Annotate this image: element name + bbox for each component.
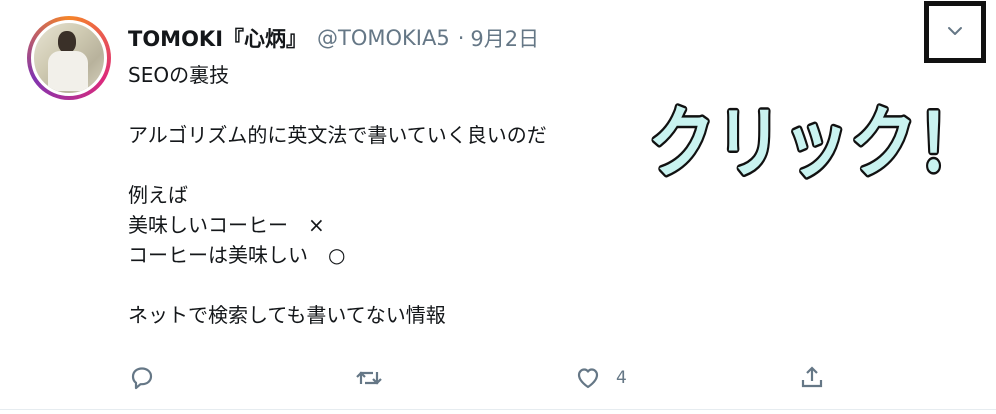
tweet-text: SEOの裏技 アルゴリズム的に英文法で書いていく良いのだ 例えば 美味しいコーヒ… <box>128 60 547 330</box>
share-icon <box>798 364 826 392</box>
avatar-image <box>31 20 107 96</box>
tweet-actions: 4 <box>128 362 848 394</box>
share-button[interactable] <box>798 362 826 394</box>
user-handle[interactable]: @TOMOKIA5 <box>317 26 450 50</box>
tweet-text-line <box>128 270 547 300</box>
retweet-icon <box>354 364 384 392</box>
tweet-text-line: コーヒーは美味しい ○ <box>128 243 346 267</box>
tweet-text-line <box>128 90 547 120</box>
tweet-text-line: 美味しいコーヒー × <box>128 213 325 237</box>
retweet-button[interactable] <box>354 362 384 394</box>
chevron-down-icon <box>945 23 965 42</box>
tweet-text-line: 例えば <box>128 183 188 207</box>
avatar-body-shape <box>48 51 88 91</box>
header-separator: · <box>457 26 465 50</box>
avatar[interactable] <box>27 16 111 100</box>
heart-icon <box>574 364 602 392</box>
tweet-card[interactable]: TOMOKI『心炳』 @TOMOKIA5 · 9月2日 SEOの裏技 アルゴリズ… <box>0 0 996 410</box>
tweet-header: TOMOKI『心炳』 @TOMOKIA5 · 9月2日 <box>128 23 539 53</box>
tweet-text-line: アルゴリズム的に英文法で書いていく良いのだ <box>128 123 547 147</box>
tweet-text-line: ネットで検索しても書いてない情報 <box>128 303 446 327</box>
tweet-text-line <box>128 150 547 180</box>
reply-button[interactable] <box>128 362 156 394</box>
like-button[interactable]: 4 <box>574 362 627 394</box>
reply-icon <box>128 364 156 392</box>
like-count: 4 <box>616 368 627 388</box>
click-annotation: クリック！ <box>646 97 987 191</box>
click-annotation-text: クリック！ <box>648 99 984 189</box>
avatar-head-shape <box>58 31 76 53</box>
display-name[interactable]: TOMOKI『心炳』 <box>128 23 307 53</box>
tweet-menu-button[interactable] <box>924 1 986 63</box>
page: TOMOKI『心炳』 @TOMOKIA5 · 9月2日 SEOの裏技 アルゴリズ… <box>0 0 996 414</box>
tweet-text-line: SEOの裏技 <box>128 63 230 87</box>
tweet-date[interactable]: 9月2日 <box>470 23 539 53</box>
